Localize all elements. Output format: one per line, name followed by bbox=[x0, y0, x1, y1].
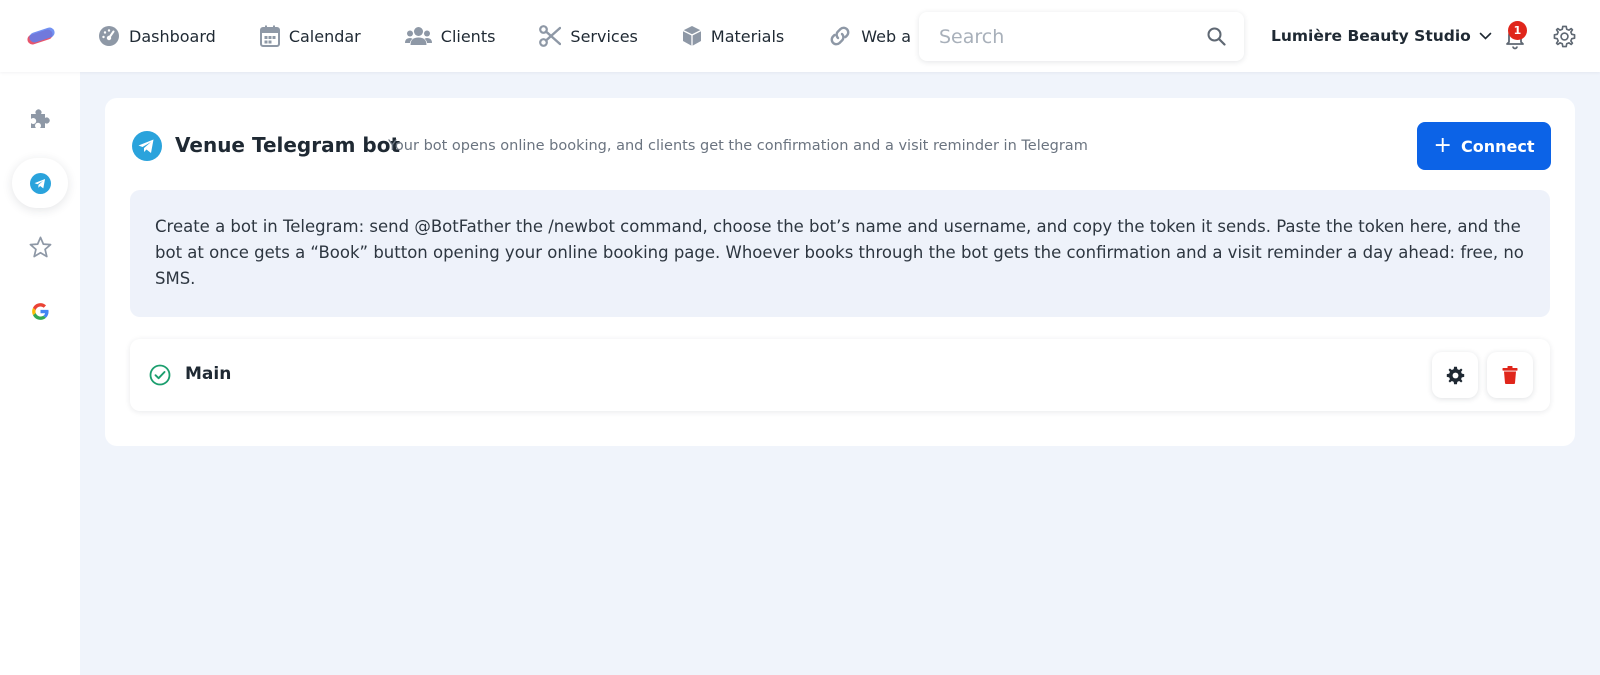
search-icon[interactable] bbox=[1207, 27, 1226, 46]
bot-row: Main bbox=[130, 339, 1550, 411]
left-sidebar bbox=[0, 72, 80, 675]
page-subtitle: Your bot opens online booking, and clien… bbox=[388, 138, 1088, 154]
app-logo[interactable] bbox=[25, 24, 59, 48]
nav-item-label: Services bbox=[570, 26, 638, 46]
bot-delete-button[interactable] bbox=[1487, 352, 1533, 398]
nav-item-calendar[interactable]: Calendar bbox=[259, 16, 361, 56]
nav-item-label: Materials bbox=[710, 26, 785, 46]
instructions-text: Create a bot in Telegram: send @BotFathe… bbox=[155, 217, 1524, 288]
instructions-panel: Create a bot in Telegram: send @BotFathe… bbox=[130, 190, 1550, 317]
nav-item-dashboard[interactable]: Dashboard bbox=[98, 16, 216, 56]
top-bar: Dashboard Calendar Clients Services Mate… bbox=[0, 0, 1600, 72]
nav-item-web[interactable]: Web a bbox=[828, 16, 911, 56]
nav-item-label: Web a bbox=[861, 26, 912, 46]
bot-name: Main bbox=[185, 364, 232, 384]
nav-item-label: Clients bbox=[440, 26, 496, 46]
gear-icon[interactable] bbox=[1553, 25, 1576, 48]
nav-item-label: Calendar bbox=[288, 26, 361, 46]
scissors-icon bbox=[539, 25, 562, 47]
search-box bbox=[919, 12, 1244, 61]
bot-settings-button[interactable] bbox=[1432, 352, 1478, 398]
studio-name: Lumière Beauty Studio bbox=[1271, 27, 1471, 45]
telegram-bot-card: Venue Telegram bot Your bot opens online… bbox=[105, 98, 1575, 446]
page-title: Venue Telegram bot bbox=[175, 133, 401, 157]
check-circle-icon bbox=[149, 364, 171, 386]
users-icon bbox=[404, 27, 432, 45]
plus-icon: + bbox=[1433, 133, 1452, 158]
google-icon bbox=[31, 302, 49, 320]
sidebar-item-google[interactable] bbox=[12, 286, 68, 336]
nav-item-services[interactable]: Services bbox=[539, 16, 638, 56]
studio-selector[interactable]: Lumière Beauty Studio bbox=[1271, 23, 1492, 49]
sidebar-item-reviews[interactable] bbox=[12, 222, 68, 272]
connect-button-label: Connect bbox=[1460, 136, 1535, 156]
chevron-down-icon bbox=[1479, 32, 1492, 40]
main-nav: Dashboard Calendar Clients Services Mate… bbox=[98, 0, 918, 72]
gear-icon bbox=[1446, 366, 1464, 384]
telegram-icon bbox=[132, 131, 162, 161]
box-icon bbox=[682, 26, 702, 46]
telegram-icon bbox=[29, 172, 51, 194]
calendar-icon bbox=[259, 25, 280, 47]
connect-button[interactable]: + Connect bbox=[1417, 122, 1551, 170]
puzzle-icon bbox=[31, 109, 50, 128]
nav-item-materials[interactable]: Materials bbox=[682, 16, 784, 56]
trash-icon bbox=[1502, 366, 1518, 384]
link-icon bbox=[830, 26, 850, 46]
star-icon bbox=[29, 236, 51, 258]
notification-badge: 1 bbox=[1508, 21, 1527, 40]
sidebar-item-telegram[interactable] bbox=[12, 158, 68, 208]
search-input[interactable] bbox=[939, 12, 1189, 61]
nav-item-label: Dashboard bbox=[129, 26, 216, 46]
nav-item-clients[interactable]: Clients bbox=[404, 16, 496, 56]
sidebar-item-integrations[interactable] bbox=[12, 94, 68, 144]
gauge-icon bbox=[99, 26, 119, 46]
